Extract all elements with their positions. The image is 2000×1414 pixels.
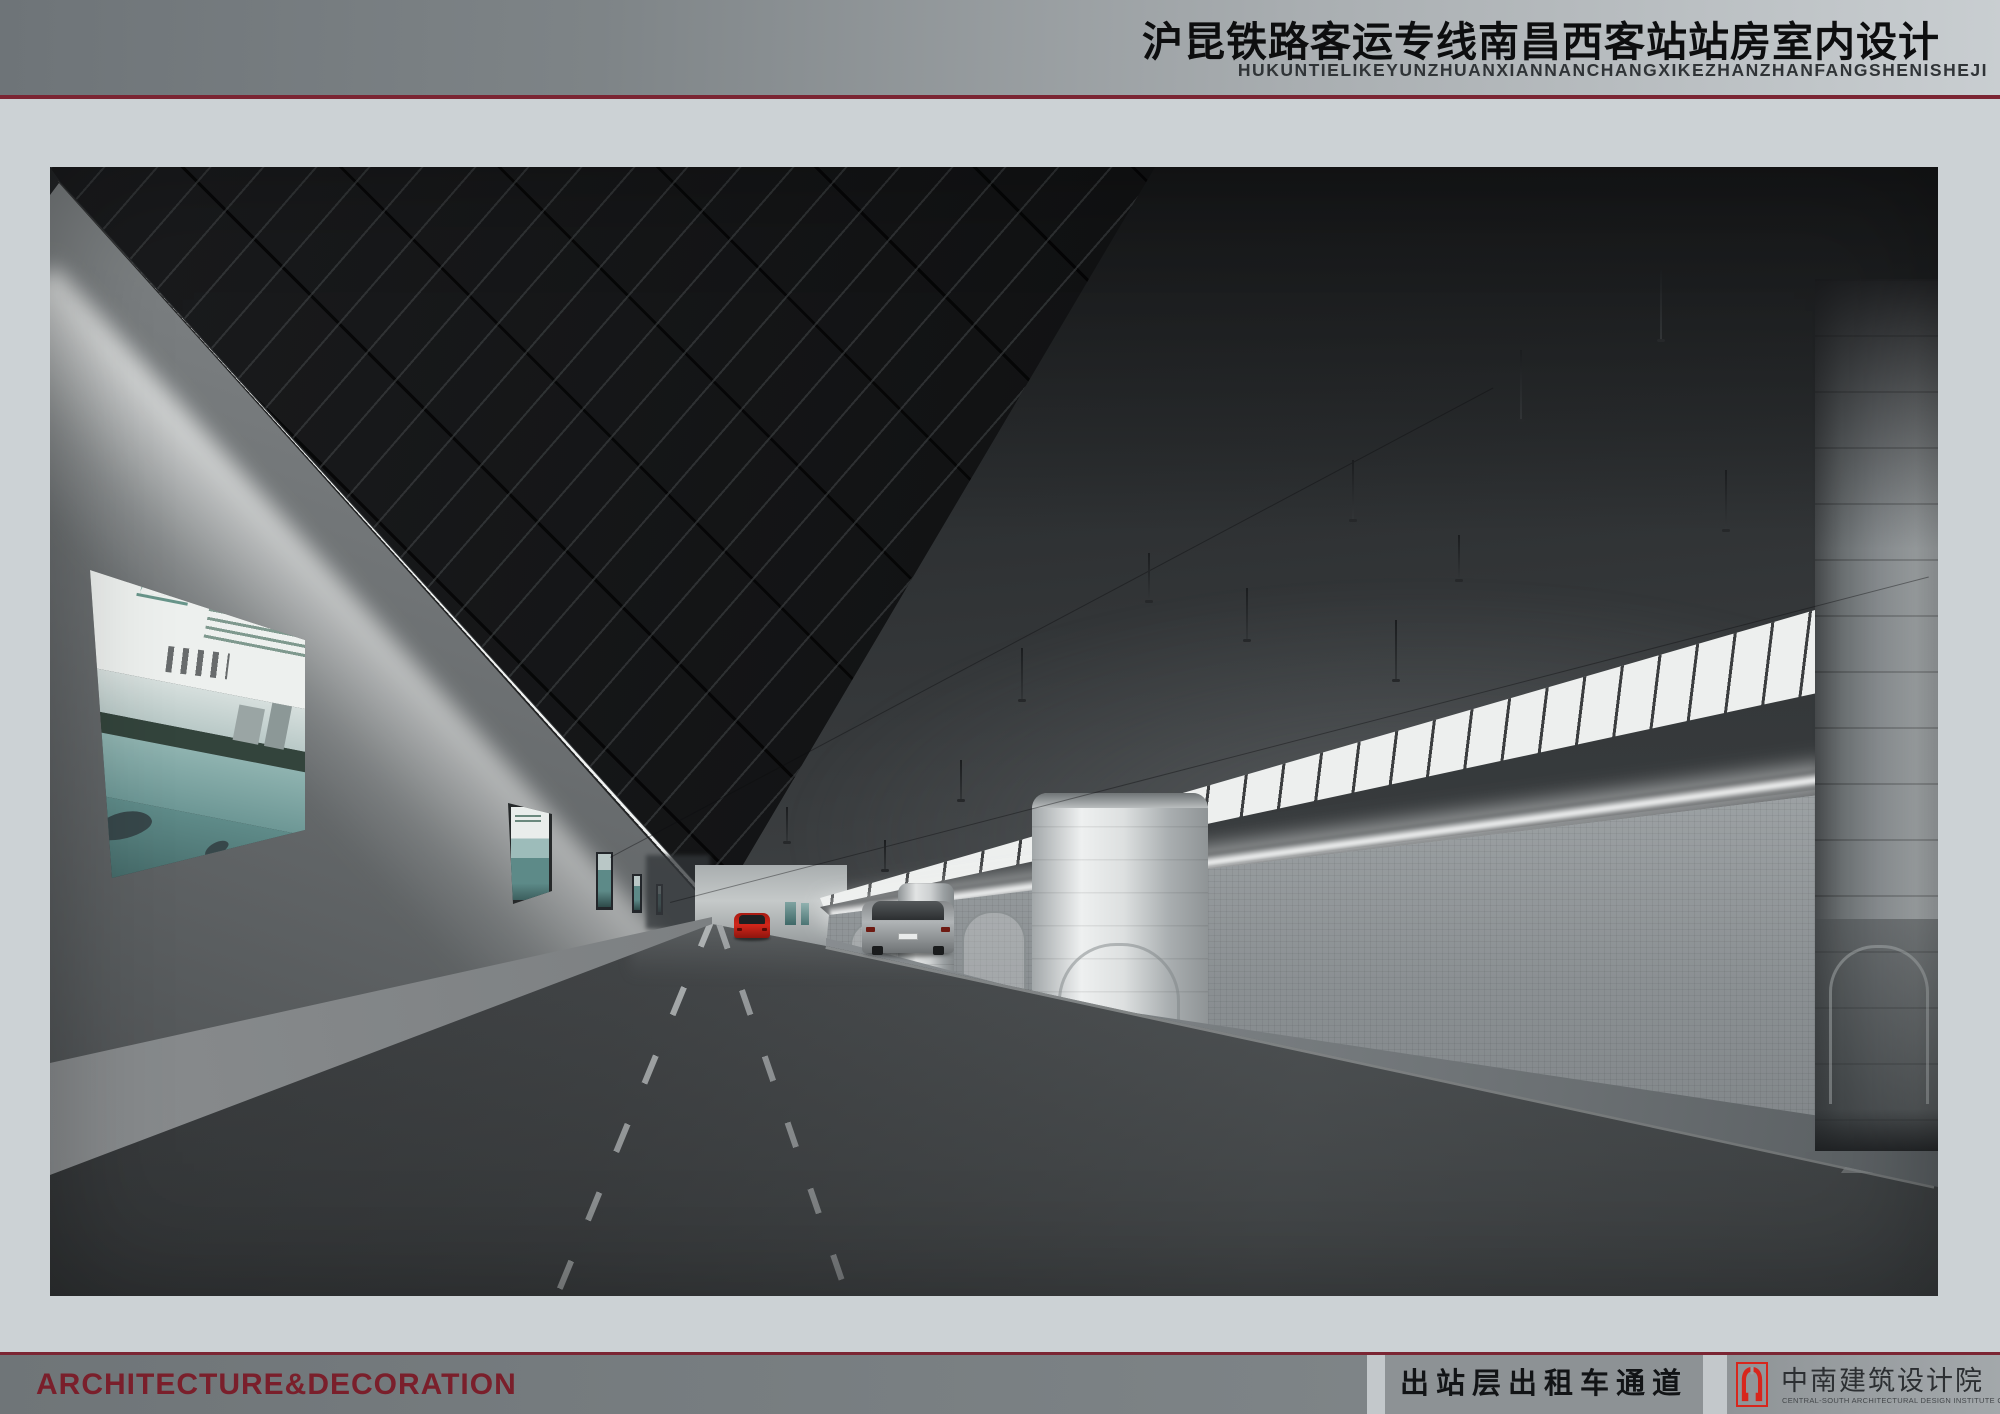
footer-caption-panel: 出站层出租车通道 xyxy=(1385,1355,1703,1414)
drawing-caption: 出站层出租车通道 xyxy=(1400,1368,1688,1400)
red-arch-a-icon xyxy=(1740,1366,1764,1403)
brand-text: ARCHITECTURE&DECORATION xyxy=(0,1355,1367,1414)
footer-institute-panel: 中南建筑设计院 CENTRAL-SOUTH ARCHITECTURAL DESI… xyxy=(1727,1355,2000,1414)
tunnel-rendering xyxy=(50,167,1938,1296)
footer-brand-panel: ARCHITECTURE&DECORATION xyxy=(0,1355,1367,1414)
institute-name-cn: 中南建筑设计院 xyxy=(1781,1359,1984,1398)
scene-vignette xyxy=(50,167,1938,1296)
header-band: 沪昆铁路客运专线南昌西客站站房室内设计 HUKUNTIELIKEYUNZHUAN… xyxy=(0,0,2000,95)
header-divider-line xyxy=(0,95,2000,99)
institute-name-en: CENTRAL-SOUTH ARCHITECTURAL DESIGN INSTI… xyxy=(1782,1396,2000,1405)
page-title-pinyin: HUKUNTIELIKEYUNZHUANXIANNANCHANGXIKEZHAN… xyxy=(1238,60,1988,81)
institute-logo-icon xyxy=(1736,1362,1768,1407)
footer-band: ARCHITECTURE&DECORATION 出站层出租车通道 中南建筑设计院… xyxy=(0,1355,2000,1414)
page-title: 沪昆铁路客运专线南昌西客站站房室内设计 xyxy=(1142,8,1940,68)
